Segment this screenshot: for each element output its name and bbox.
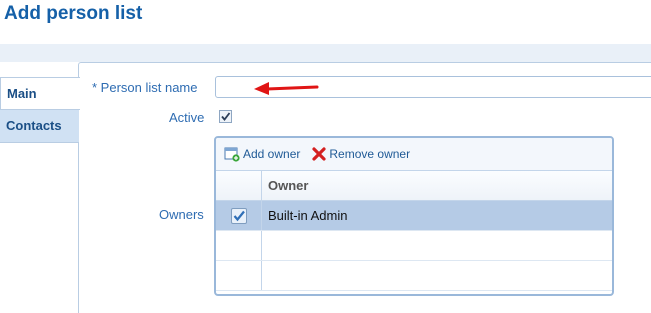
side-tabs: Main Contacts (0, 77, 80, 143)
red-arrow-annotation (254, 82, 319, 95)
remove-owner-icon (312, 147, 326, 161)
owners-label: Owners (159, 207, 204, 222)
checkmark-icon (233, 210, 245, 221)
remove-owner-label: Remove owner (329, 147, 411, 161)
grid-header: Owner (216, 171, 612, 201)
add-owner-label: Add owner (243, 147, 301, 161)
add-owner-button[interactable]: Add owner (224, 146, 300, 162)
add-owner-icon (224, 147, 240, 162)
tab-main[interactable]: Main (0, 77, 80, 110)
person-list-name-label: * Person list name (92, 80, 198, 95)
table-row[interactable]: Built-in Admin (216, 201, 612, 231)
checkbox-column-header (216, 171, 262, 200)
header-band (0, 44, 651, 62)
owner-cell: Built-in Admin (268, 208, 348, 223)
owner-column-header[interactable]: Owner (262, 171, 612, 200)
owner-cell (262, 231, 612, 260)
active-label: Active (169, 110, 205, 125)
row-checkbox-cell (216, 201, 262, 230)
row-checkbox-cell (216, 231, 262, 260)
row-checkbox-cell (216, 261, 262, 290)
remove-owner-button[interactable]: Remove owner (312, 147, 410, 161)
active-checkbox[interactable] (219, 110, 232, 123)
table-row[interactable] (216, 261, 612, 291)
grid-toolbar: Add owner Remove owner (216, 138, 612, 171)
tab-contacts[interactable]: Contacts (0, 109, 79, 143)
row-checkbox[interactable] (230, 207, 247, 224)
checkmark-icon (221, 112, 231, 121)
owners-grid: Add owner Remove owner Owner Built-in Ad… (214, 136, 614, 296)
page-title: Add person list (4, 3, 143, 24)
owner-cell (262, 261, 612, 290)
table-row[interactable] (216, 231, 612, 261)
